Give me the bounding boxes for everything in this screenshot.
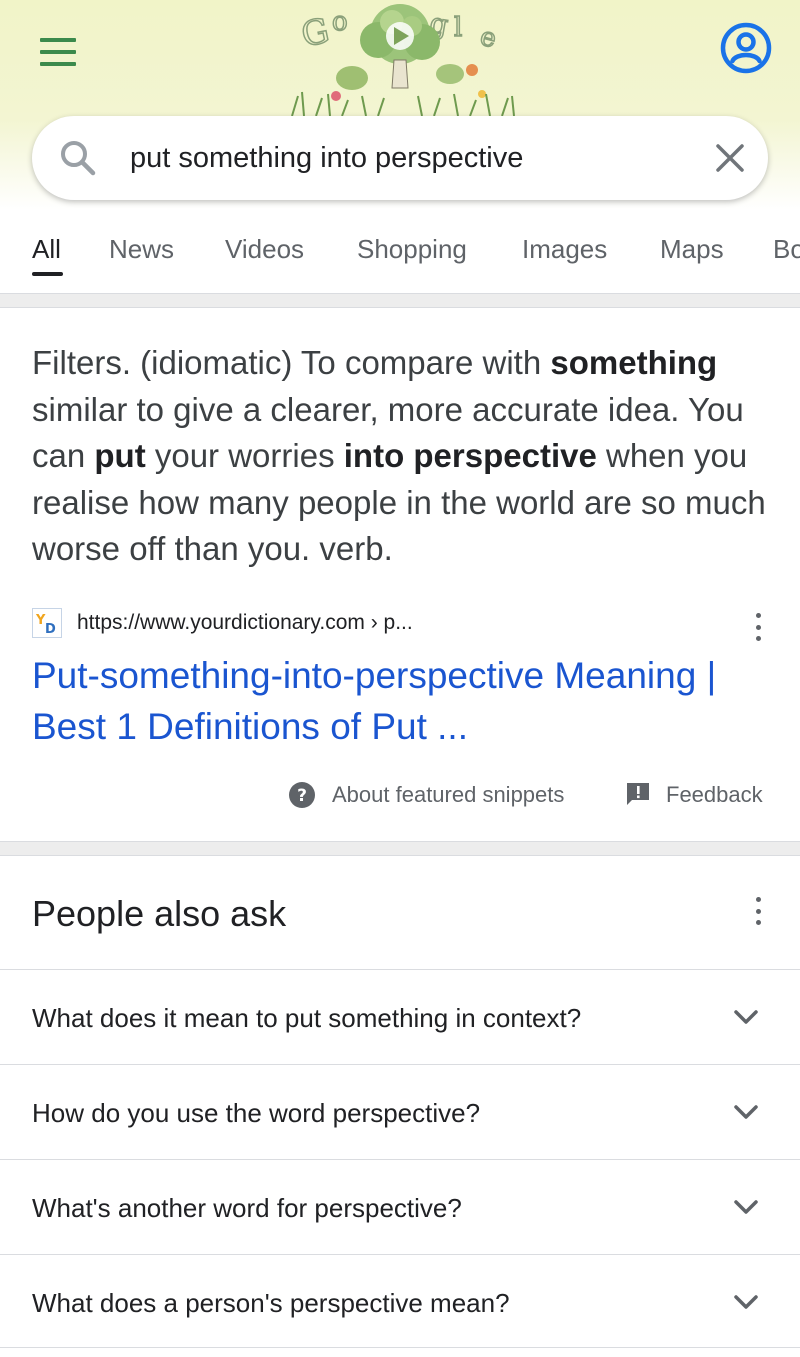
more-vert-icon[interactable] <box>753 613 763 641</box>
active-tab-indicator <box>32 272 63 276</box>
feedback-link[interactable]: Feedback <box>666 778 763 812</box>
search-icon[interactable] <box>58 138 98 178</box>
search-input[interactable]: put something into perspective <box>130 140 523 176</box>
dot <box>755 897 761 902</box>
svg-text:l: l <box>454 13 462 43</box>
question-item[interactable]: How do you use the word perspective? <box>0 1064 800 1159</box>
svg-text:o: o <box>332 7 348 37</box>
snippet-text-part: your worries <box>145 437 344 474</box>
menu-bar <box>40 50 76 54</box>
search-tabs: All News Videos Shopping Images Maps Bo <box>0 222 800 278</box>
search-bar[interactable]: put something into perspective <box>32 116 768 200</box>
yourdictionary-favicon: Y D <box>32 608 62 638</box>
snippet-highlight: put <box>94 437 146 474</box>
source-url[interactable]: https://www.yourdictionary.com › p... <box>77 609 413 637</box>
tab-news[interactable]: News <box>109 232 174 266</box>
menu-bar <box>40 62 76 66</box>
account-icon[interactable] <box>720 22 772 74</box>
svg-text:e: e <box>477 22 500 55</box>
question-item[interactable]: What does it mean to put something in co… <box>0 969 800 1064</box>
dot <box>755 920 761 925</box>
tab-all[interactable]: All <box>32 232 61 266</box>
question-text: How do you use the word perspective? <box>32 1098 481 1128</box>
question-text: What does it mean to put something in co… <box>32 1003 582 1033</box>
more-vert-icon[interactable] <box>753 897 763 925</box>
tab-maps[interactable]: Maps <box>660 232 724 266</box>
tab-books[interactable]: Bo <box>773 232 800 266</box>
menu-icon[interactable] <box>40 38 76 66</box>
question-text: What's another word for perspective? <box>32 1193 462 1223</box>
svg-text:D: D <box>45 622 56 637</box>
tab-images[interactable]: Images <box>522 232 607 266</box>
dot <box>755 636 761 641</box>
featured-snippet-text: Filters. (idiomatic) To compare with som… <box>32 340 777 573</box>
chevron-down-icon <box>734 1295 758 1309</box>
google-doodle-logo[interactable]: G o g l e <box>282 0 522 116</box>
tab-videos[interactable]: Videos <box>225 232 304 266</box>
dot <box>755 908 761 914</box>
menu-bar <box>40 38 76 42</box>
question-item[interactable]: What does a person's perspective mean? <box>0 1254 800 1348</box>
svg-text:G: G <box>298 11 333 56</box>
about-featured-snippets-link[interactable]: About featured snippets <box>332 778 564 812</box>
svg-text:?: ? <box>297 786 307 806</box>
clear-icon[interactable] <box>708 136 752 180</box>
tab-shopping[interactable]: Shopping <box>357 232 467 266</box>
chevron-down-icon <box>734 1200 758 1214</box>
question-item[interactable]: What's another word for perspective? <box>0 1159 800 1254</box>
dot <box>755 624 761 630</box>
snippet-highlight: into perspective <box>343 437 597 474</box>
section-divider <box>0 841 800 856</box>
result-title-link[interactable]: Put-something-into-perspective Meaning |… <box>32 650 777 752</box>
feedback-icon[interactable] <box>625 781 651 807</box>
chevron-down-icon <box>734 1105 758 1119</box>
dot <box>755 613 761 618</box>
section-divider <box>0 293 800 308</box>
chevron-down-icon <box>734 1010 758 1024</box>
snippet-text-part: Filters. (idiomatic) To compare with <box>32 344 551 381</box>
snippet-highlight: something <box>550 344 718 381</box>
people-also-ask-heading: People also ask <box>32 893 287 934</box>
help-icon[interactable]: ? <box>288 781 316 809</box>
question-text: What does a person's perspective mean? <box>32 1288 510 1318</box>
